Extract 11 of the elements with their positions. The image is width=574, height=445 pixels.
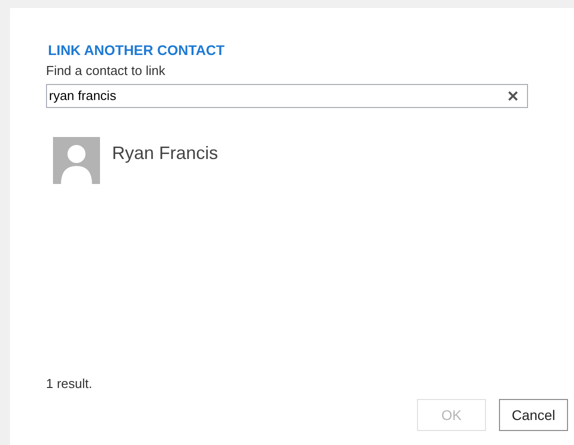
contact-result[interactable]: Ryan Francis	[53, 137, 568, 184]
result-count: 1 result.	[46, 374, 94, 392]
search-input[interactable]: ryan francis	[49, 86, 507, 106]
search-label: Find a contact to link	[46, 63, 166, 79]
dialog-title: LINK ANOTHER CONTACT	[48, 41, 226, 59]
dialog-button[interactable]: Cancel	[499, 399, 568, 431]
contact-name: Ryan Francis	[112, 142, 218, 165]
avatar-icon	[53, 137, 100, 184]
close-icon	[508, 91, 518, 101]
search-field[interactable]: ryan francis	[46, 84, 528, 108]
clear-button[interactable]	[507, 90, 519, 102]
